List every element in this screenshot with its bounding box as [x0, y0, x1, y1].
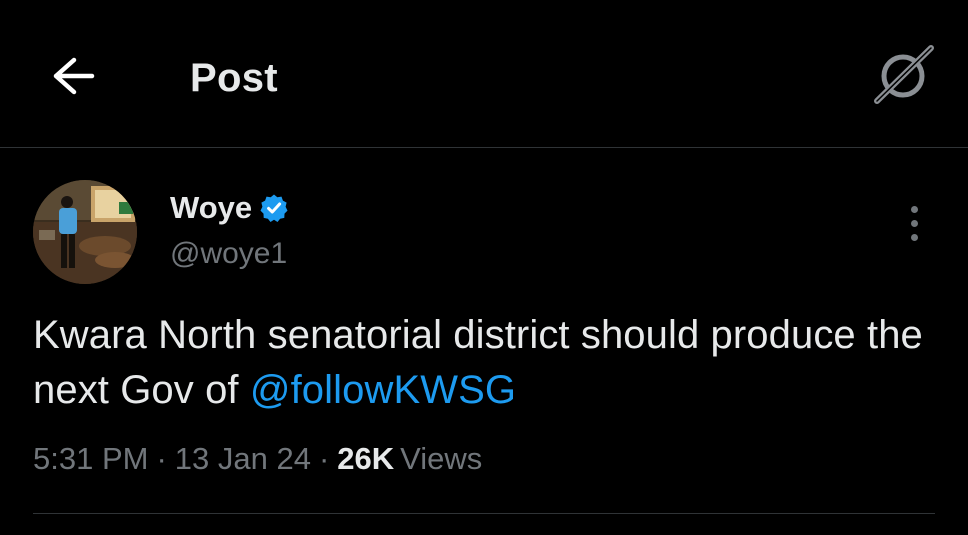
post-date[interactable]: 13 Jan 24	[175, 438, 311, 480]
views-count[interactable]: 26K	[337, 438, 394, 480]
mention-link[interactable]: @followKWSG	[250, 368, 516, 412]
author-handle[interactable]: @woye1	[170, 234, 287, 274]
author-name-row[interactable]: Woye	[170, 188, 289, 228]
grok-icon	[874, 45, 934, 104]
meta-separator: ·	[156, 441, 167, 476]
profile-photo	[33, 180, 137, 284]
back-button[interactable]	[40, 48, 106, 104]
avatar[interactable]	[33, 180, 137, 284]
author-name[interactable]: Woye	[170, 190, 252, 226]
verified-badge-icon	[259, 193, 289, 223]
divider	[33, 513, 935, 514]
meta-separator: ·	[318, 441, 330, 476]
grok-button[interactable]	[866, 40, 942, 110]
views-label[interactable]: Views	[400, 438, 482, 480]
post-time[interactable]: 5:31 PM	[33, 438, 148, 480]
page-title: Post	[190, 56, 278, 100]
arrow-left-icon	[53, 57, 95, 95]
top-bar: Post	[0, 0, 968, 148]
post-meta: 5:31 PM · 13 Jan 24 · 26K Views	[33, 438, 482, 480]
more-options-button[interactable]	[896, 196, 932, 250]
post-text: Kwara North senatorial district should p…	[33, 308, 933, 418]
more-dots-icon	[910, 205, 918, 213]
